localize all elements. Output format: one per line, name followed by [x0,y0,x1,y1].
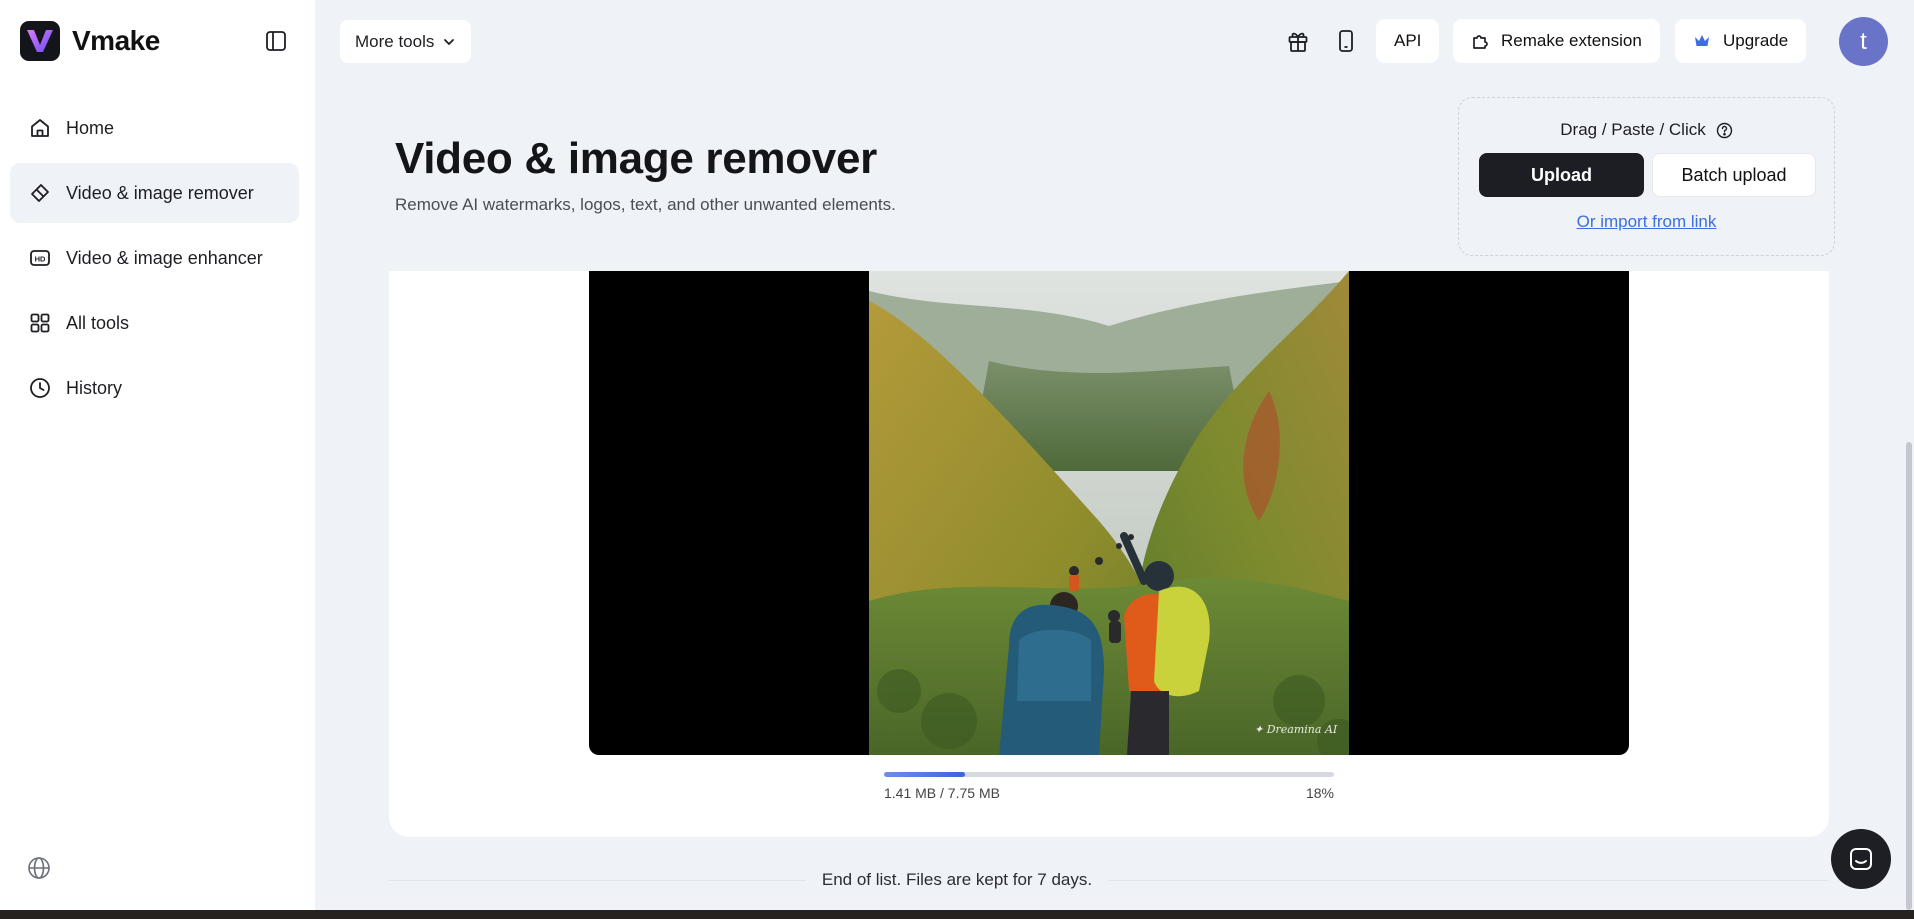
home-icon [28,116,52,140]
end-of-list-text: End of list. Files are kept for 7 days. [0,870,1914,890]
puzzle-icon [1471,32,1489,50]
upload-button[interactable]: Upload [1479,153,1644,197]
batch-upload-button[interactable]: Batch upload [1652,153,1816,197]
import-from-link[interactable]: Or import from link [1459,212,1834,232]
sidebar-item-video-image-remover[interactable]: Video & image remover [10,163,299,223]
taskbar-edge [0,910,1914,919]
sidebar-item-all-tools[interactable]: All tools [10,293,299,353]
crown-icon [1693,33,1711,49]
sidebar-item-label: All tools [66,312,130,333]
sidebar-item-label: Home [66,117,115,138]
upload-progress-fill [884,772,965,777]
drag-paste-click-hint: Drag / Paste / Click [1459,120,1834,140]
video-preview[interactable]: ✦ Dreamina AI [589,271,1629,755]
sidebar-toggle-icon[interactable] [263,28,289,54]
help-icon[interactable] [1716,122,1733,139]
svg-text:HD: HD [35,255,46,264]
drag-label-text: Drag / Paste / Click [1560,120,1706,139]
clock-icon [28,376,52,400]
sidebar-item-history[interactable]: History [10,358,299,418]
mobile-app-icon[interactable] [1332,26,1360,56]
sidebar-nav: Home Video & image remover HD Video & im… [10,98,299,423]
upload-progress-bar [884,772,1334,777]
more-tools-label: More tools [355,31,435,51]
sidebar: Vmake Home Video & image remover HD Vide… [0,0,315,910]
api-label: API [1394,31,1422,50]
gift-icon[interactable] [1284,26,1312,56]
eraser-icon [28,181,52,205]
sidebar-item-video-image-enhancer[interactable]: HD Video & image enhancer [10,228,299,288]
svg-text:✦ Dreamina AI: ✦ Dreamina AI [1254,723,1338,736]
page-subtitle: Remove AI watermarks, logos, text, and o… [395,195,896,214]
app-logo[interactable]: Vmake [20,20,160,62]
sidebar-item-label: Video & image remover [66,182,254,203]
grid-icon [28,311,52,335]
support-chat-button[interactable] [1831,829,1891,889]
scrollbar-thumb[interactable] [1906,442,1912,910]
avatar[interactable]: t [1839,17,1888,66]
hd-icon: HD [28,246,52,270]
app-name: Vmake [72,25,160,56]
remake-extension-button[interactable]: Remake extension [1453,19,1660,63]
upload-dropzone[interactable]: Drag / Paste / Click Upload Batch upload… [1458,97,1835,256]
chevron-down-icon [442,35,456,49]
sidebar-item-label: History [66,377,123,398]
remake-extension-label: Remake extension [1501,31,1642,50]
upload-percent-text: 18% [1305,785,1334,801]
end-of-list-label: End of list. Files are kept for 7 days. [805,870,1109,889]
api-button[interactable]: API [1376,19,1440,63]
preview-image: ✦ Dreamina AI [869,271,1349,755]
upload-result-card: ✦ Dreamina AI 1.41 MB / 7.75 MB 18% [389,271,1829,837]
upgrade-label: Upgrade [1723,31,1789,50]
upgrade-button[interactable]: Upgrade [1675,19,1807,63]
chat-icon [1850,848,1872,870]
vmake-logo-icon [20,21,60,61]
avatar-letter: t [1860,27,1867,55]
page-title: Video & image remover [395,134,877,183]
sidebar-item-home[interactable]: Home [10,98,299,158]
sidebar-item-label: Video & image enhancer [66,247,263,268]
more-tools-dropdown[interactable]: More tools [340,20,472,63]
